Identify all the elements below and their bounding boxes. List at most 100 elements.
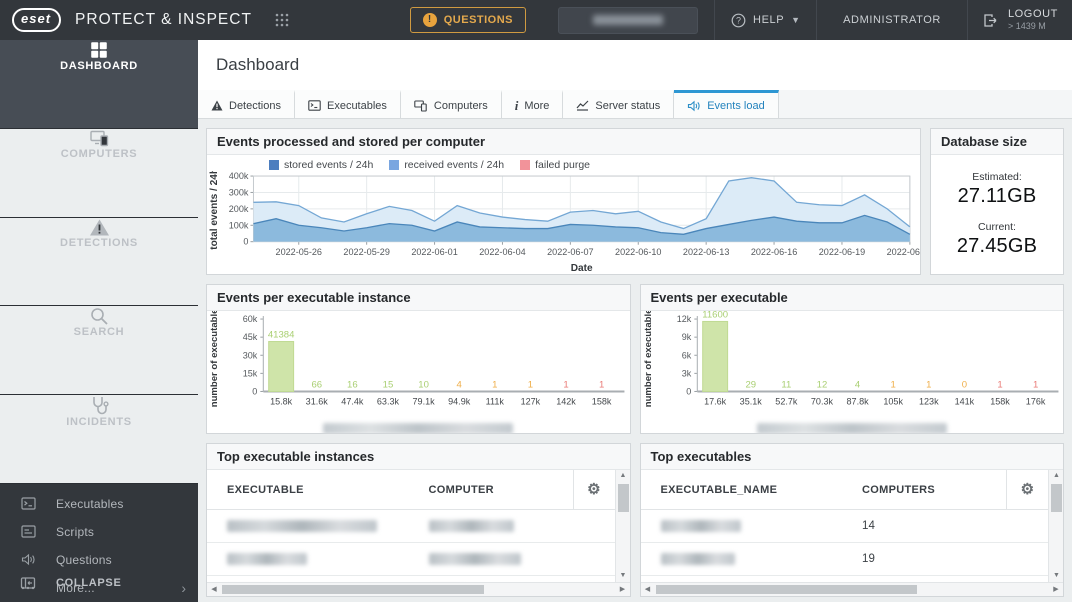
scroll-left-icon[interactable]: ◀	[641, 583, 655, 596]
table-header: EXECUTABLE_NAME COMPUTERS ⚙	[640, 470, 1048, 510]
scroll-down-icon[interactable]: ▼	[616, 570, 630, 582]
sidebar-item-label: DETECTIONS	[60, 236, 138, 249]
redacted-text	[428, 553, 521, 565]
terminal-icon	[308, 100, 321, 111]
events-per-instance-panel: Events per executable instance 0 15k 30k 45…	[206, 284, 631, 434]
gear-icon[interactable]: ⚙	[587, 482, 601, 497]
events-per-instance-bar-chart[interactable]: 0 15k 30k 45k 60k 41384 15.8k 66 31.6k 16 47.4k 15 6…	[207, 311, 630, 424]
questions-button-label: QUESTIONS	[443, 14, 514, 26]
sidebar-item-detections[interactable]: DETECTIONS	[0, 217, 198, 307]
column-header-computer[interactable]: COMPUTER	[429, 484, 573, 496]
events-area-chart[interactable]: 0 100k 200k 300k 400k 2022-05-26 2022-05-29 202…	[207, 171, 920, 274]
legend-item[interactable]: stored events / 24h	[269, 159, 373, 171]
scrollbar-thumb[interactable]	[222, 585, 484, 594]
script-icon	[0, 525, 56, 539]
tab-events-load[interactable]: Events load	[674, 90, 779, 118]
collapse-button[interactable]: COLLAPSE	[0, 564, 198, 602]
sidebar-item-executables[interactable]: Executables	[0, 490, 198, 518]
svg-text:158k: 158k	[990, 397, 1010, 407]
svg-text:2022-06-04: 2022-06-04	[479, 247, 525, 257]
tab-computers[interactable]: Computers	[400, 90, 502, 118]
sidebar-item-search[interactable]: SEARCH	[0, 306, 198, 396]
scroll-up-icon[interactable]: ▲	[1049, 470, 1063, 482]
column-header-executable-name[interactable]: EXECUTABLE_NAME	[641, 484, 863, 496]
scrollbar-thumb[interactable]	[1051, 484, 1062, 512]
sidebar-item-incidents[interactable]: INCIDENTS	[0, 395, 198, 484]
table-row[interactable]	[207, 510, 615, 543]
tab-detections[interactable]: Detections	[198, 90, 295, 118]
chart-legend: stored events / 24h received events / 24h…	[269, 159, 920, 171]
apps-grid-icon[interactable]	[274, 12, 290, 28]
table-body: 14 19	[640, 510, 1064, 582]
legend-item[interactable]: failed purge	[520, 159, 590, 171]
gear-icon[interactable]: ⚙	[1021, 482, 1035, 497]
svg-text:11600: 11600	[702, 311, 728, 320]
svg-text:15k: 15k	[243, 368, 258, 378]
table-row[interactable]	[207, 543, 615, 576]
svg-text:6k: 6k	[681, 350, 691, 360]
scroll-left-icon[interactable]: ◀	[207, 583, 221, 596]
vertical-scrollbar[interactable]: ▲ ▼	[614, 470, 630, 582]
server-name-box[interactable]	[558, 6, 699, 34]
scrollbar-thumb[interactable]	[655, 585, 918, 594]
tab-more[interactable]: i More	[501, 90, 564, 118]
events-per-executable-bar-chart[interactable]: 03k6k9k12k 1160017.6k2935.1k1152.7k1270.3…	[641, 311, 1064, 424]
cell-value: 14	[862, 520, 875, 532]
svg-text:79.1k: 79.1k	[413, 397, 436, 407]
svg-text:17.6k: 17.6k	[704, 397, 727, 407]
eset-logo[interactable]: eset	[12, 8, 62, 32]
legend-item[interactable]: received events / 24h	[389, 159, 504, 171]
scroll-down-icon[interactable]: ▼	[1049, 570, 1063, 582]
svg-text:9k: 9k	[681, 332, 691, 342]
sidebar-item-label: INCIDENTS	[66, 416, 132, 429]
svg-text:158k: 158k	[592, 397, 612, 407]
dashboard-tabs: Detections Executables Computers i More …	[198, 90, 1072, 119]
column-header-computers[interactable]: COMPUTERS	[862, 484, 1006, 496]
user-menu[interactable]: ADMINISTRATOR	[816, 0, 967, 40]
scrollbar-thumb[interactable]	[617, 484, 629, 512]
stethoscope-icon	[71, 395, 127, 416]
svg-text:30k: 30k	[243, 350, 258, 360]
sidebar-item-scripts[interactable]: Scripts	[0, 518, 198, 546]
horizontal-scrollbar[interactable]: ◀ ▶	[207, 582, 630, 596]
svg-text:105k: 105k	[883, 397, 903, 407]
tab-executables[interactable]: Executables	[294, 90, 401, 118]
scroll-right-icon[interactable]: ▶	[616, 583, 630, 596]
svg-text:1: 1	[997, 379, 1002, 390]
svg-text:45k: 45k	[243, 332, 258, 342]
tab-server-status[interactable]: Server status	[563, 90, 675, 118]
svg-text:2022-05-26: 2022-05-26	[276, 247, 322, 257]
svg-text:4: 4	[854, 379, 860, 390]
table-row[interactable]: 19	[640, 543, 1048, 576]
app-window: eset PROTECT & INSPECT ! QUESTIONS ? HEL…	[0, 0, 1072, 602]
scroll-up-icon[interactable]: ▲	[616, 470, 630, 482]
help-menu[interactable]: ? HELP ▼	[714, 0, 816, 40]
user-label: ADMINISTRATOR	[843, 14, 941, 26]
computers-icon	[414, 99, 427, 112]
legend-label: stored events / 24h	[284, 159, 374, 171]
sidebar-item-dashboard[interactable]: DASHBOARD	[0, 40, 198, 129]
page-title: Dashboard	[216, 55, 300, 74]
collapse-icon	[0, 576, 56, 590]
scroll-right-icon[interactable]: ▶	[1049, 583, 1063, 596]
dashboard-icon	[71, 40, 127, 60]
svg-text:52.7k: 52.7k	[775, 397, 798, 407]
column-header-executable[interactable]: EXECUTABLE	[207, 484, 429, 496]
svg-text:123k: 123k	[918, 397, 938, 407]
questions-button[interactable]: ! QUESTIONS	[409, 7, 527, 33]
svg-text:63.3k: 63.3k	[377, 397, 400, 407]
svg-text:0: 0	[686, 386, 691, 396]
info-icon: i	[514, 97, 519, 113]
legend-swatch	[520, 160, 531, 170]
sidebar-item-label: COMPUTERS	[60, 147, 138, 160]
logout-button[interactable]: LOGOUT > 1439 M	[966, 0, 1072, 40]
horizontal-scrollbar[interactable]: ◀ ▶	[640, 582, 1063, 596]
sidebar-item-computers[interactable]: COMPUTERS	[0, 128, 198, 218]
help-label: HELP	[753, 14, 785, 26]
panel-title: Top executables	[640, 444, 1063, 470]
svg-text:35.1k: 35.1k	[739, 397, 762, 407]
vertical-scrollbar[interactable]: ▲ ▼	[1048, 470, 1063, 582]
svg-text:2022-06-16: 2022-06-16	[751, 247, 797, 257]
table-row[interactable]: 14	[640, 510, 1048, 543]
svg-text:100k: 100k	[229, 220, 249, 230]
